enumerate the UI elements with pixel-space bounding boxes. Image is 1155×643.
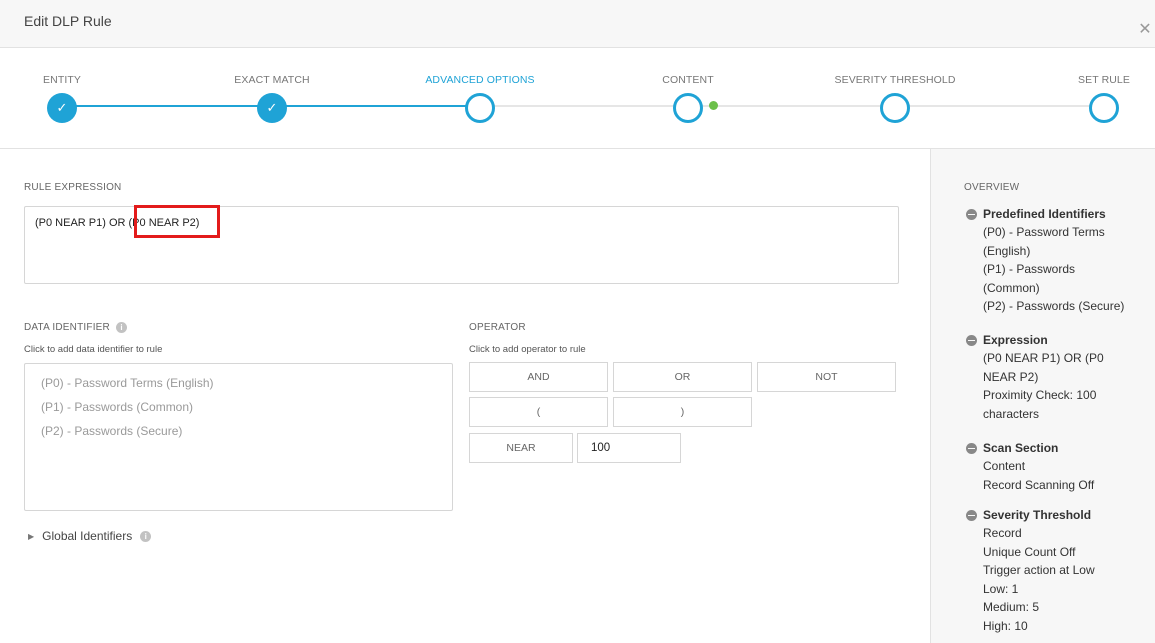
wizard-stepper: ENTITY ✓ EXACT MATCH ✓ ADVANCED OPTIONS … xyxy=(0,48,1155,149)
dialog-header: Edit DLP Rule ✕ xyxy=(0,0,1155,48)
step-exact-match[interactable]: EXACT MATCH ✓ xyxy=(192,74,352,123)
step-label: SEVERITY THRESHOLD xyxy=(834,74,956,86)
overview-line: Content xyxy=(983,459,1026,473)
data-identifier-item[interactable]: (P0) - Password Terms (English) xyxy=(41,374,452,398)
overview-line: NEAR P2) xyxy=(983,369,1039,384)
step-label: EXACT MATCH xyxy=(234,74,310,86)
rule-expression-label: RULE EXPRESSION xyxy=(24,182,122,193)
step-label: ENTITY xyxy=(43,74,81,86)
global-identifiers-toggle[interactable]: ▶ Global Identifiers i xyxy=(28,529,152,543)
info-icon[interactable]: i xyxy=(140,530,152,542)
overview-line: (P0) - Password Terms xyxy=(983,225,1105,239)
overview-line: Trigger action at Low xyxy=(983,563,1095,577)
data-identifier-heading: DATA IDENTIFIER i xyxy=(24,322,127,333)
overview-line: (P1) - Passwords xyxy=(983,262,1076,276)
overview-line: Record Scanning Off xyxy=(983,477,1095,492)
minus-circle-icon[interactable] xyxy=(966,509,977,521)
step-label: CONTENT xyxy=(662,74,714,86)
step-severity-threshold[interactable]: SEVERITY THRESHOLD xyxy=(815,74,975,123)
step-circle xyxy=(880,93,910,123)
overview-line: characters xyxy=(983,406,1040,421)
near-button[interactable]: NEAR xyxy=(469,433,573,463)
overview-severity-threshold: Severity Threshold Record Unique Count O… xyxy=(966,506,1151,635)
overview-line: High: 10 xyxy=(983,618,1028,633)
close-paren-button[interactable]: ) xyxy=(613,397,752,427)
step-circle xyxy=(1089,93,1119,123)
overview-panel: OVERVIEW Predefined Identifiers (P0) - P… xyxy=(930,149,1155,643)
minus-circle-icon[interactable] xyxy=(966,442,977,454)
step-circle-current xyxy=(465,93,495,123)
overview-scan-section: Scan Section Content Record Scanning Off xyxy=(966,439,1151,494)
open-paren-button[interactable]: ( xyxy=(469,397,608,427)
minus-circle-icon[interactable] xyxy=(966,208,977,220)
check-icon: ✓ xyxy=(47,93,77,123)
overview-group-heading: Expression xyxy=(966,331,1151,349)
overview-line: Record xyxy=(983,526,1022,540)
step-label: ADVANCED OPTIONS xyxy=(425,74,535,86)
close-icon[interactable]: ✕ xyxy=(1135,20,1155,40)
overview-line: Medium: 5 xyxy=(983,600,1040,614)
step-remaining-line xyxy=(480,105,1104,107)
minus-circle-icon[interactable] xyxy=(966,334,977,346)
step-circle xyxy=(673,93,703,123)
data-identifier-list: (P0) - Password Terms (English) (P1) - P… xyxy=(24,363,453,511)
overview-line: (Common) xyxy=(983,280,1040,295)
overview-line: Low: 1 xyxy=(983,581,1019,596)
not-button[interactable]: NOT xyxy=(757,362,896,392)
data-identifier-item[interactable]: (P2) - Passwords (Secure) xyxy=(41,422,452,446)
overview-predefined-identifiers: Predefined Identifiers (P0) - Password T… xyxy=(966,205,1151,316)
data-identifier-item[interactable]: (P1) - Passwords (Common) xyxy=(41,398,452,422)
info-icon[interactable]: i xyxy=(115,322,127,333)
data-identifier-hint: Click to add data identifier to rule xyxy=(24,344,163,355)
or-button[interactable]: OR xyxy=(613,362,752,392)
and-button[interactable]: AND xyxy=(469,362,608,392)
overview-group-title: Severity Threshold xyxy=(983,508,1092,522)
status-dot xyxy=(709,101,718,110)
overview-label: OVERVIEW xyxy=(964,182,1020,193)
overview-line: (P0 NEAR P1) OR (P0 xyxy=(983,351,1104,365)
overview-group-heading: Scan Section xyxy=(966,439,1151,457)
overview-line: (P2) - Passwords (Secure) xyxy=(983,299,1125,313)
step-entity[interactable]: ENTITY ✓ xyxy=(0,74,142,123)
step-set-rule[interactable]: SET RULE xyxy=(1024,74,1155,123)
global-identifiers-label: Global Identifiers xyxy=(42,529,133,543)
overview-line: Proximity Check: 100 xyxy=(983,388,1097,402)
check-icon: ✓ xyxy=(257,93,287,123)
overview-group-heading: Predefined Identifiers xyxy=(966,205,1151,223)
data-identifier-label: DATA IDENTIFIER xyxy=(24,322,110,333)
overview-line: Unique Count Off xyxy=(983,544,1076,559)
step-content[interactable]: CONTENT xyxy=(608,74,768,123)
proximity-input[interactable]: 100 xyxy=(577,433,681,463)
overview-group-title: Expression xyxy=(983,333,1048,347)
dialog-title: Edit DLP Rule xyxy=(24,13,112,29)
caret-right-icon: ▶ xyxy=(28,531,35,541)
highlight-box xyxy=(134,205,220,238)
operator-hint: Click to add operator to rule xyxy=(469,344,586,355)
overview-line: (English) xyxy=(983,243,1031,258)
overview-expression: Expression (P0 NEAR P1) OR (P0 NEAR P2) … xyxy=(966,331,1151,423)
overview-group-title: Predefined Identifiers xyxy=(983,207,1106,221)
overview-group-heading: Severity Threshold xyxy=(966,506,1151,524)
operator-label: OPERATOR xyxy=(469,322,526,333)
step-advanced-options[interactable]: ADVANCED OPTIONS xyxy=(400,74,560,123)
overview-group-title: Scan Section xyxy=(983,441,1059,455)
step-label: SET RULE xyxy=(1078,74,1130,86)
